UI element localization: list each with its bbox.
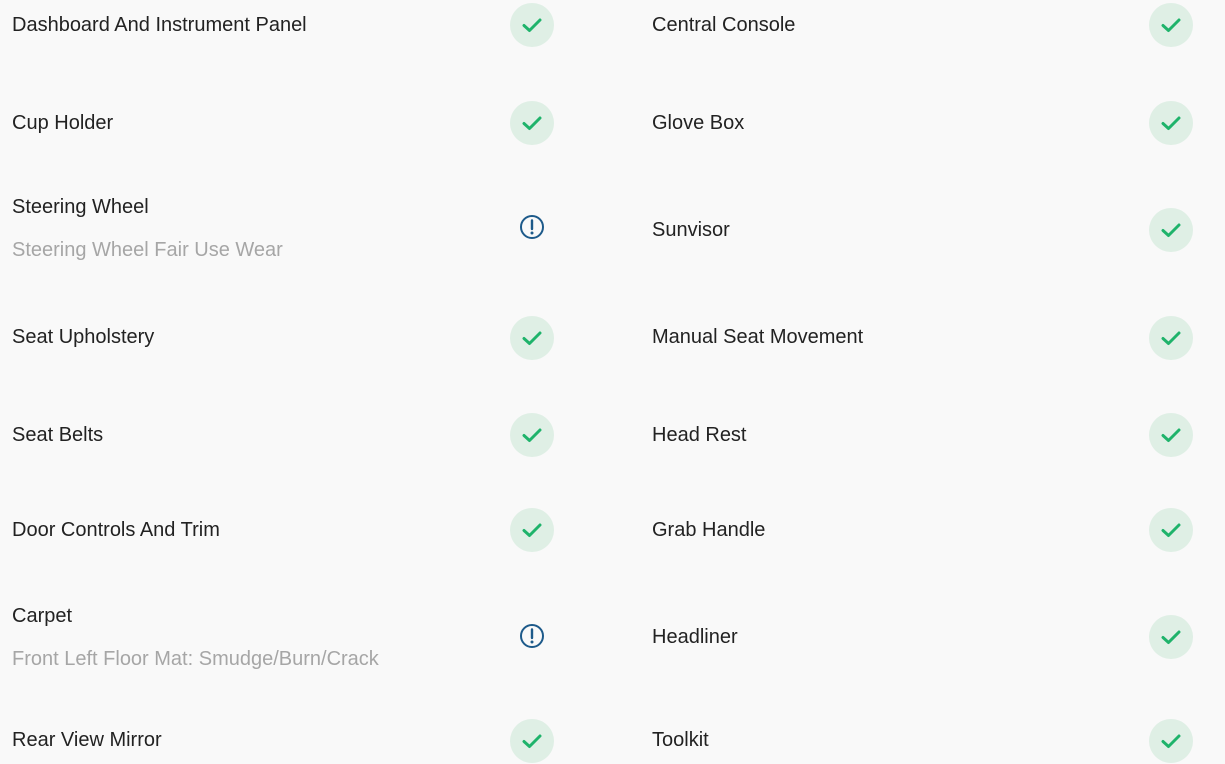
check-icon bbox=[1161, 734, 1181, 748]
item-label: Rear View Mirror bbox=[12, 729, 162, 751]
checklist-row: Seat Belts Head Rest bbox=[0, 412, 1225, 462]
checklist-item: Door Controls And Trim bbox=[0, 506, 640, 556]
checklist-row: Cup Holder Glove Box bbox=[0, 100, 1225, 150]
check-icon bbox=[522, 116, 542, 130]
checklist-item: Headliner bbox=[640, 598, 1225, 678]
item-label: Steering Wheel bbox=[12, 196, 149, 218]
status-ok-badge bbox=[510, 413, 554, 457]
checklist-item: Manual Seat Movement bbox=[640, 314, 1225, 364]
alert-icon bbox=[520, 215, 544, 239]
item-label: Dashboard And Instrument Panel bbox=[12, 14, 307, 36]
item-label: Toolkit bbox=[652, 729, 709, 751]
item-note: Front Left Floor Mat: Smudge/Burn/Crack bbox=[12, 648, 379, 670]
check-icon bbox=[1161, 523, 1181, 537]
check-icon bbox=[522, 523, 542, 537]
checklist-item: Cup Holder bbox=[0, 100, 640, 150]
status-ok-badge bbox=[1149, 316, 1193, 360]
item-label: Door Controls And Trim bbox=[12, 519, 220, 541]
status-ok-badge bbox=[1149, 508, 1193, 552]
status-ok-badge bbox=[1149, 208, 1193, 252]
check-icon bbox=[1161, 18, 1181, 32]
checklist-item: Glove Box bbox=[640, 100, 1225, 150]
checklist-item: Grab Handle bbox=[640, 506, 1225, 556]
checklist-row: Carpet Front Left Floor Mat: Smudge/Burn… bbox=[0, 598, 1225, 678]
item-label: Seat Upholstery bbox=[12, 326, 155, 348]
item-label: Sunvisor bbox=[652, 219, 730, 241]
item-label: Headliner bbox=[652, 626, 738, 648]
check-icon bbox=[1161, 428, 1181, 442]
status-ok-badge bbox=[1149, 3, 1193, 47]
status-ok-badge bbox=[510, 3, 554, 47]
item-label: Grab Handle bbox=[652, 519, 766, 541]
item-note: Steering Wheel Fair Use Wear bbox=[12, 239, 283, 261]
item-label: Cup Holder bbox=[12, 112, 114, 134]
status-ok-badge bbox=[510, 508, 554, 552]
check-icon bbox=[522, 734, 542, 748]
checklist-item: Sunvisor bbox=[640, 190, 1225, 270]
check-icon bbox=[1161, 223, 1181, 237]
status-ok-badge bbox=[1149, 615, 1193, 659]
checklist-item: Carpet Front Left Floor Mat: Smudge/Burn… bbox=[0, 598, 640, 678]
checklist-item: Toolkit bbox=[640, 718, 1225, 764]
checklist-item: Seat Upholstery bbox=[0, 314, 640, 364]
checklist-row: Dashboard And Instrument Panel Central C… bbox=[0, 0, 1225, 50]
status-ok-badge bbox=[1149, 101, 1193, 145]
checklist-row: Rear View Mirror Toolkit bbox=[0, 718, 1225, 764]
checklist-row: Door Controls And Trim Grab Handle bbox=[0, 506, 1225, 556]
inspection-checklist: Dashboard And Instrument Panel Central C… bbox=[0, 0, 1225, 764]
status-ok-badge bbox=[510, 101, 554, 145]
status-ok-badge bbox=[1149, 719, 1193, 763]
alert-icon bbox=[520, 624, 544, 648]
item-label: Head Rest bbox=[652, 424, 747, 446]
item-label: Manual Seat Movement bbox=[652, 326, 864, 348]
status-warning-badge bbox=[510, 205, 554, 249]
check-icon bbox=[522, 18, 542, 32]
checklist-row: Steering Wheel Steering Wheel Fair Use W… bbox=[0, 190, 1225, 270]
checklist-item: Seat Belts bbox=[0, 412, 640, 462]
checklist-item: Head Rest bbox=[640, 412, 1225, 462]
check-icon bbox=[1161, 630, 1181, 644]
check-icon bbox=[522, 331, 542, 345]
check-icon bbox=[522, 428, 542, 442]
check-icon bbox=[1161, 116, 1181, 130]
check-icon bbox=[1161, 331, 1181, 345]
status-ok-badge bbox=[1149, 413, 1193, 457]
checklist-item: Dashboard And Instrument Panel bbox=[0, 0, 640, 50]
checklist-row: Seat Upholstery Manual Seat Movement bbox=[0, 314, 1225, 364]
status-warning-badge bbox=[510, 614, 554, 658]
item-label: Carpet bbox=[12, 605, 73, 627]
item-label: Seat Belts bbox=[12, 424, 104, 446]
item-label: Central Console bbox=[652, 14, 796, 36]
item-label: Glove Box bbox=[652, 112, 745, 134]
status-ok-badge bbox=[510, 719, 554, 763]
status-ok-badge bbox=[510, 316, 554, 360]
checklist-item: Steering Wheel Steering Wheel Fair Use W… bbox=[0, 190, 640, 270]
checklist-item: Central Console bbox=[640, 0, 1225, 50]
checklist-item: Rear View Mirror bbox=[0, 718, 640, 764]
